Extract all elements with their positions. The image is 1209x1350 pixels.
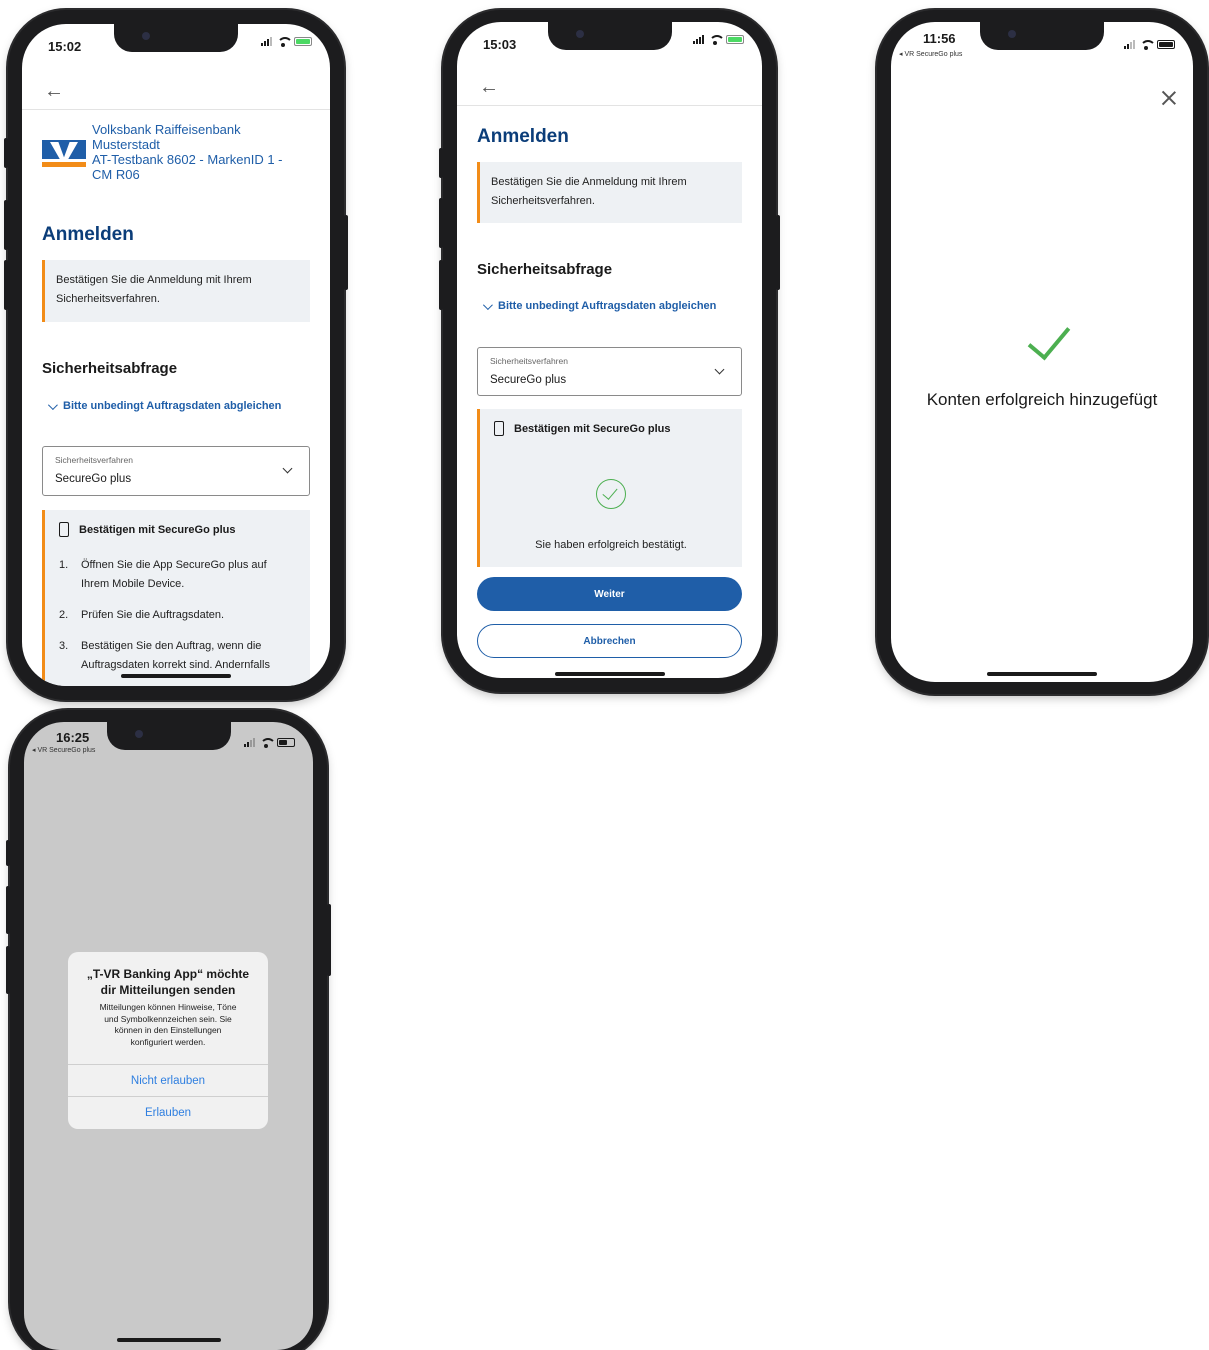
camera-icon — [1008, 30, 1016, 38]
status-icons — [693, 35, 744, 45]
security-method-select[interactable]: Sicherheitsverfahren SecureGo plus — [477, 347, 742, 396]
list-item: 3. Bestätigen Sie den Auftrag, wenn die A… — [59, 640, 270, 671]
confirm-box: Bestätigen mit SecureGo plus Sie haben e… — [477, 409, 742, 567]
success-message: Sie haben erfolgreich bestätigt. — [535, 539, 687, 551]
page-title: Anmelden — [42, 224, 134, 245]
chevron-down-icon — [714, 364, 725, 375]
notification-permission-alert: „T-VR Banking App“ möchte dir Mitteilung… — [68, 952, 268, 1129]
status-time: 15:03 — [483, 37, 517, 52]
camera-icon — [134, 730, 143, 738]
page-title: Anmelden — [477, 126, 569, 147]
checkmark-icon — [1027, 315, 1071, 361]
auftragsdaten-toggle[interactable]: Bitte unbedingt Auftragsdaten abgleichen — [482, 299, 716, 312]
screen-2: 15:03 ← Anmelden Bestätigen Sie die Anme… — [457, 22, 762, 678]
smartphone-icon — [494, 421, 504, 436]
smartphone-icon — [59, 522, 69, 537]
notch — [980, 22, 1104, 50]
home-indicator[interactable] — [554, 672, 665, 676]
signal-icon — [244, 738, 255, 747]
auftragsdaten-toggle[interactable]: Bitte unbedingt Auftragsdaten abgleichen — [47, 399, 281, 412]
status-time: 16:25 — [56, 730, 90, 745]
abbrechen-button[interactable]: Abbrechen — [477, 624, 742, 658]
section-title: Sicherheitsabfrage — [42, 360, 178, 377]
status-time: 15:02 — [48, 39, 82, 54]
top-bar: ← — [22, 76, 330, 110]
signal-icon — [261, 37, 272, 46]
status-icons — [1124, 40, 1175, 50]
back-to-app-link[interactable]: ◂ VR SecureGo plus — [32, 746, 95, 754]
wifi-icon — [260, 738, 276, 748]
info-box: Bestätigen Sie die Anmeldung mit Ihrem S… — [42, 260, 310, 322]
arrow-left-icon[interactable]: ← — [44, 80, 64, 103]
side-button — [327, 904, 331, 976]
confirm-box: Bestätigen mit SecureGo plus 1. Öffnen S… — [42, 510, 310, 686]
alert-message: Mitteilungen können Hinweise, Töne und S… — [99, 1002, 237, 1047]
check-circle-icon — [596, 479, 626, 509]
side-button — [4, 260, 8, 310]
success-message: Konten erfolgreich hinzugefügt — [926, 390, 1158, 409]
phone-frame-1: 15:02 ← Volksbank Raiffeisenbank Musters… — [4, 10, 348, 700]
screen-1: 15:02 ← Volksbank Raiffeisenbank Musters… — [22, 24, 330, 686]
status-icons — [261, 37, 312, 47]
camera-icon — [575, 30, 584, 38]
screen-4: 16:25 ◂ VR SecureGo plus „T-VR Banking A… — [24, 722, 313, 1350]
battery-icon — [294, 37, 312, 46]
side-button — [4, 200, 8, 250]
side-button — [6, 840, 10, 866]
battery-icon — [1157, 40, 1175, 49]
notch — [114, 24, 238, 52]
signal-icon — [693, 35, 704, 44]
chevron-down-icon — [47, 399, 58, 410]
home-indicator[interactable] — [116, 1338, 221, 1342]
home-indicator[interactable] — [987, 672, 1097, 676]
alert-title: „T-VR Banking App“ möchte dir Mitteilung… — [86, 967, 250, 997]
chevron-down-icon — [482, 299, 493, 310]
side-button — [6, 886, 10, 934]
list-item: 1. Öffnen Sie die App SecureGo plus auf I… — [59, 559, 267, 590]
vr-bank-logo — [42, 140, 86, 170]
bank-name: Volksbank Raiffeisenbank Musterstadt AT-… — [92, 122, 283, 182]
side-button — [4, 138, 8, 168]
side-button — [439, 148, 443, 178]
back-to-app-link[interactable]: ◂ VR SecureGo plus — [899, 50, 962, 58]
notch — [106, 722, 231, 750]
notch — [547, 22, 672, 50]
list-item: 2. Prüfen Sie die Auftragsdaten. — [59, 609, 225, 621]
side-button — [344, 215, 348, 290]
confirm-heading: Bestätigen mit SecureGo plus — [494, 421, 670, 436]
confirm-heading: Bestätigen mit SecureGo plus — [59, 522, 235, 537]
close-icon[interactable] — [1161, 90, 1177, 106]
screen-3: 11:56 ◂ VR SecureGo plus Konten erfolgre… — [891, 22, 1193, 682]
info-box: Bestätigen Sie die Anmeldung mit Ihrem S… — [477, 162, 742, 223]
phone-frame-4: 16:25 ◂ VR SecureGo plus „T-VR Banking A… — [6, 710, 331, 1350]
weiter-button[interactable]: Weiter — [477, 577, 742, 611]
status-time: 11:56 — [923, 31, 956, 46]
steps-list: 1. Öffnen Sie die App SecureGo plus auf I… — [59, 556, 298, 686]
deny-button[interactable]: Nicht erlauben — [68, 1064, 268, 1096]
arrow-left-icon[interactable]: ← — [479, 76, 499, 99]
side-button — [776, 215, 780, 290]
home-indicator[interactable] — [121, 674, 231, 678]
allow-button[interactable]: Erlauben — [68, 1096, 268, 1128]
chevron-down-icon — [282, 463, 293, 474]
section-title: Sicherheitsabfrage — [477, 261, 613, 278]
wifi-icon — [277, 37, 293, 47]
signal-icon — [1124, 40, 1135, 49]
security-method-select[interactable]: Sicherheitsverfahren SecureGo plus — [42, 446, 310, 496]
battery-icon — [726, 35, 744, 44]
side-button — [439, 198, 443, 248]
side-button — [439, 260, 443, 310]
battery-icon — [277, 738, 295, 747]
side-button — [6, 946, 10, 994]
top-bar: ← — [457, 72, 762, 106]
phone-frame-2: 15:03 ← Anmelden Bestätigen Sie die Anme… — [439, 10, 780, 692]
status-icons — [244, 738, 295, 748]
camera-icon — [142, 32, 150, 40]
phone-frame-3: 11:56 ◂ VR SecureGo plus Konten erfolgre… — [877, 10, 1207, 694]
wifi-icon — [1140, 40, 1156, 50]
wifi-icon — [709, 35, 725, 45]
